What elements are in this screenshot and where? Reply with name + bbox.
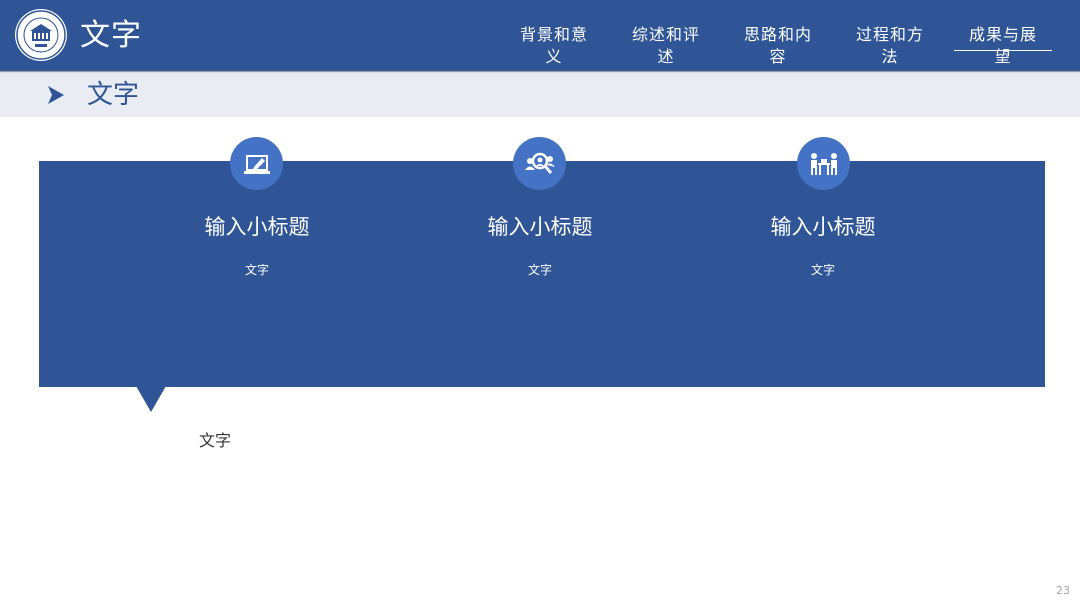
nav-item-approach[interactable]: 思路和内容 [737,24,819,68]
feature-3-title: 输入小标题 [770,215,876,239]
nav-active-underline [954,50,1052,51]
section-title-bar [0,73,1080,117]
feature-1-text: 文字 [244,263,269,277]
body-text: 文字 [199,431,232,450]
feature-2-text: 文字 [527,263,552,277]
nav-item-review[interactable]: 综述和评述 [625,24,707,68]
meeting-icon [797,137,850,190]
nav-item-methods[interactable]: 过程和方法 [849,24,931,68]
feature-3-text: 文字 [810,263,835,277]
nav-item-results[interactable]: 成果与展望 [962,24,1044,68]
laptop-edit-icon [230,137,283,190]
feature-1-title: 输入小标题 [204,215,310,239]
section-title: 文字 [87,80,140,110]
panel-pointer [136,386,166,413]
page-number: 23 [1056,584,1070,597]
feature-2-title: 输入小标题 [487,215,593,239]
top-nav: 背景和意义 综述和评述 思路和内容 过程和方法 成果与展望 [0,0,1080,70]
team-search-icon [513,137,566,190]
nav-item-background[interactable]: 背景和意义 [513,24,595,68]
chevron-right-icon [46,84,66,106]
